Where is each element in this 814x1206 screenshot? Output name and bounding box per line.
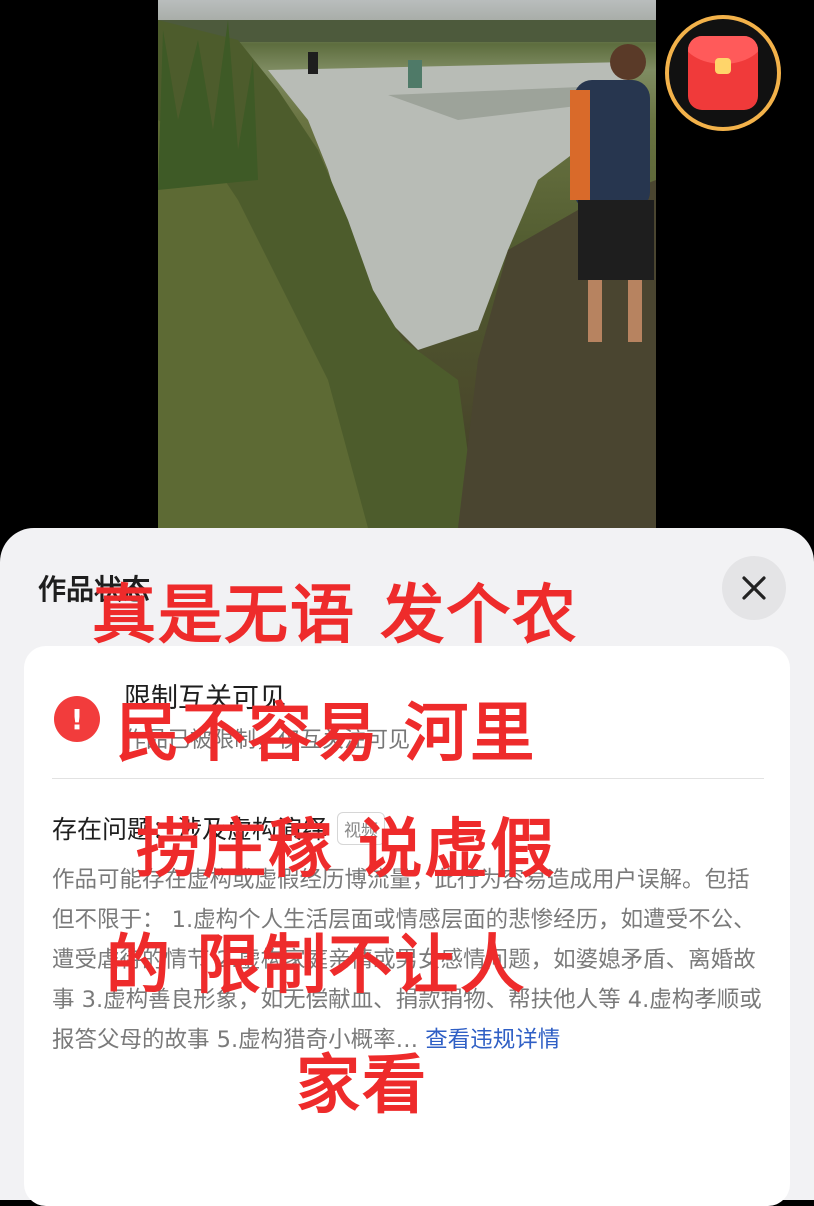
- issue-row: 存在问题：涉及虚构演绎 视频: [52, 810, 386, 846]
- sheet-title: 作品状态: [38, 573, 151, 606]
- divider: [52, 778, 764, 779]
- close-icon: [742, 576, 766, 600]
- issue-description: 作品可能存在虚构或虚假经历博流量，此行为容易造成用户误解。包括但不限于： 1.虚…: [52, 860, 762, 1060]
- restriction-title: 限制互关可见: [124, 683, 286, 714]
- video-player[interactable]: [158, 0, 656, 528]
- view-violation-details-link[interactable]: 查看违规详情: [425, 1027, 560, 1053]
- video-frame-image: [158, 20, 656, 528]
- work-status-sheet: 作品状态 ! 限制互关可见 作品已被限制，仅互关注可见 存在问题：涉及虚构演绎 …: [0, 528, 814, 1206]
- warning-icon: !: [54, 696, 100, 742]
- issue-label: 存在问题：涉及虚构演绎: [52, 815, 328, 844]
- red-packet-button[interactable]: [665, 15, 781, 131]
- status-card: ! 限制互关可见 作品已被限制，仅互关注可见 存在问题：涉及虚构演绎 视频 作品…: [24, 646, 790, 1206]
- red-envelope-icon: [688, 36, 758, 110]
- issue-tag: 视频: [337, 811, 386, 845]
- issue-body-text: 作品可能存在虚构或虚假经历博流量，此行为容易造成用户误解。包括但不限于： 1.虚…: [52, 867, 762, 1053]
- restriction-description: 作品已被限制，仅互关注可见: [124, 728, 411, 753]
- close-button[interactable]: [722, 556, 786, 620]
